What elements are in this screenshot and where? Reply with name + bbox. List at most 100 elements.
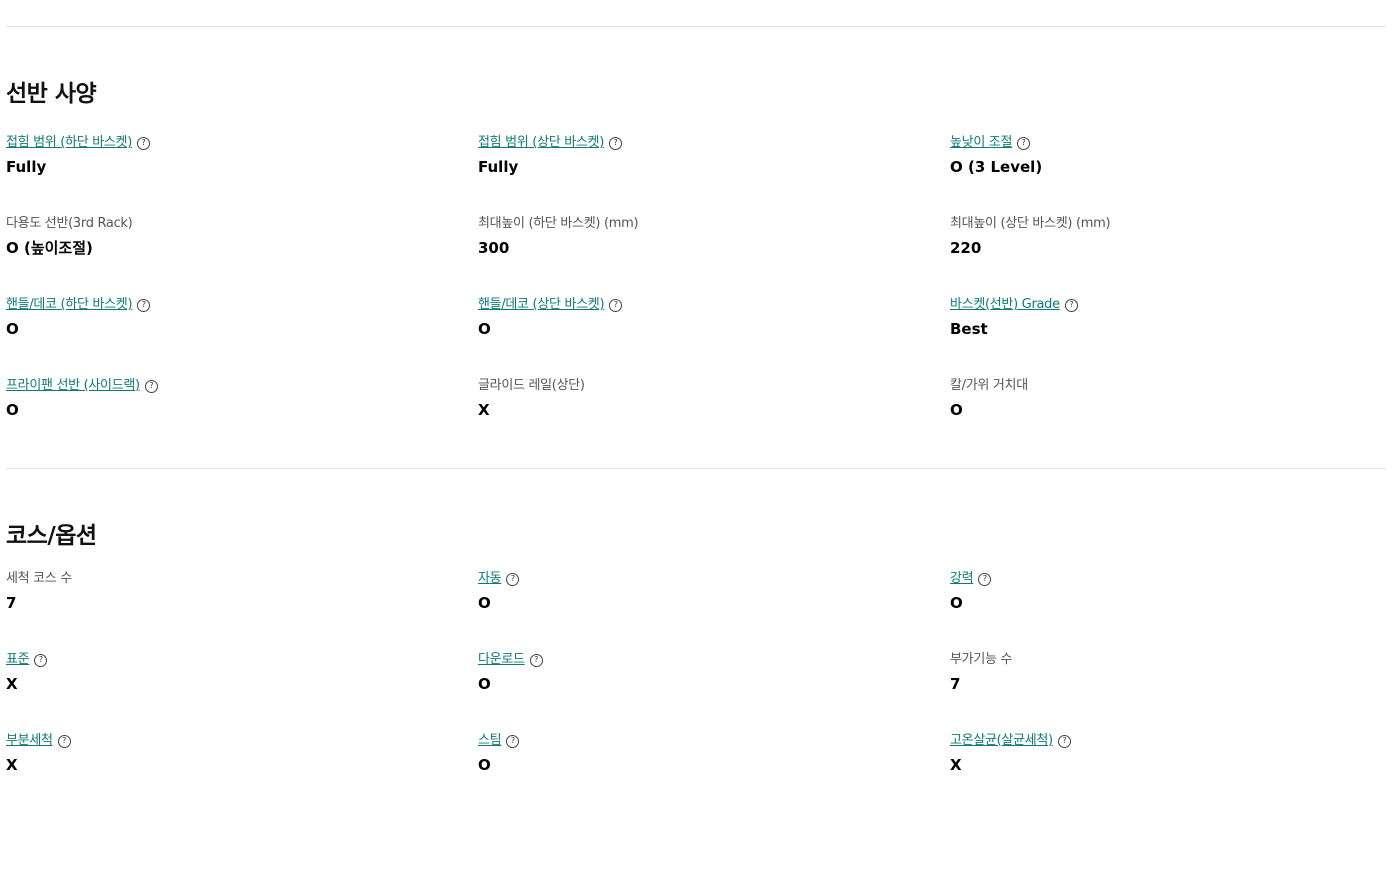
spec-value: X	[950, 756, 962, 774]
spec-label: 바스켓(선반) Grade?	[950, 296, 1386, 314]
spec-label-link[interactable]: 핸들/데코 (하단 바스켓)	[6, 296, 133, 314]
spec-label: 부가기능 수	[950, 651, 1386, 669]
spec-item: 핸들/데코 (하단 바스켓)? O	[6, 296, 478, 377]
spec-value: O	[478, 594, 491, 612]
spec-label-link[interactable]: 다운로드	[478, 651, 525, 669]
spec-label-link[interactable]: 자동	[478, 570, 502, 588]
spec-value: O	[950, 594, 963, 612]
spec-label-link[interactable]: 스팀	[478, 732, 502, 750]
help-icon[interactable]: ?	[1017, 136, 1031, 150]
help-icon[interactable]: ?	[608, 136, 622, 150]
spec-item: 부가기능 수 7	[950, 651, 1386, 732]
spec-label: 강력?	[950, 570, 1386, 588]
section-title-shelf-spec: 선반 사양	[6, 81, 97, 107]
help-icon[interactable]: ?	[978, 572, 992, 586]
spec-label: 프라이팬 선반 (사이드랙)?	[6, 377, 478, 395]
spec-item: 프라이팬 선반 (사이드랙)? O	[6, 377, 478, 458]
spec-label: 부분세척?	[6, 732, 478, 750]
spec-value: O (높이조절)	[6, 239, 93, 257]
spec-label: 스팀?	[478, 732, 950, 750]
spec-value: O	[478, 756, 491, 774]
course-options-grid: 세척 코스 수 7 자동? O 강력? O 표준? X 다운로드? O 부가기능 수 7 부분세척? X 스…	[6, 570, 1386, 813]
spec-item: 높낮이 조절? O (3 Level)	[950, 134, 1386, 215]
spec-label-link[interactable]: 부분세척	[6, 732, 53, 750]
spec-label: 최대높이 (하단 바스켓) (mm)	[478, 215, 950, 233]
spec-value: O (3 Level)	[950, 158, 1043, 176]
spec-label-link[interactable]: 접힘 범위 (하단 바스켓)	[6, 134, 132, 152]
spec-label: 세척 코스 수	[6, 570, 478, 588]
spec-label: 자동?	[478, 570, 950, 588]
spec-label-link[interactable]: 바스켓(선반) Grade	[950, 296, 1060, 314]
help-icon[interactable]: ?	[1064, 298, 1078, 312]
spec-item: 세척 코스 수 7	[6, 570, 478, 651]
shelf-spec-grid: 접힘 범위 (하단 바스켓)? Fully 접힘 범위 (상단 바스켓)? Fully…	[6, 134, 1386, 458]
spec-value: 7	[6, 594, 17, 612]
spec-label: 최대높이 (상단 바스켓) (mm)	[950, 215, 1386, 233]
spec-value: Best	[950, 320, 988, 338]
spec-label-link[interactable]: 접힘 범위 (상단 바스켓)	[478, 134, 604, 152]
help-icon[interactable]: ?	[506, 572, 520, 586]
spec-item: 칼/가위 거치대 O	[950, 377, 1386, 458]
spec-value: O	[950, 401, 963, 419]
spec-label-link[interactable]: 강력	[950, 570, 974, 588]
spec-item: 최대높이 (하단 바스켓) (mm) 300	[478, 215, 950, 296]
spec-item: 스팀? O	[478, 732, 950, 813]
spec-label-text: 글라이드 레일(상단)	[478, 378, 585, 393]
spec-item: 다운로드? O	[478, 651, 950, 732]
help-icon[interactable]: ?	[136, 136, 150, 150]
spec-item: 바스켓(선반) Grade? Best	[950, 296, 1386, 377]
spec-label: 글라이드 레일(상단)	[478, 377, 950, 395]
spec-label: 접힘 범위 (상단 바스켓)?	[478, 134, 950, 152]
spec-label-link[interactable]: 높낮이 조절	[950, 134, 1012, 152]
help-icon[interactable]: ?	[34, 653, 48, 667]
spec-item: 최대높이 (상단 바스켓) (mm) 220	[950, 215, 1386, 296]
spec-label: 고온살균(살균세척)?	[950, 732, 1386, 750]
spec-item: 다용도 선반(3rd Rack) O (높이조절)	[6, 215, 478, 296]
spec-label: 표준?	[6, 651, 478, 669]
section-divider	[6, 26, 1386, 27]
spec-item: 접힘 범위 (상단 바스켓)? Fully	[478, 134, 950, 215]
spec-item: 부분세척? X	[6, 732, 478, 813]
spec-item: 자동? O	[478, 570, 950, 651]
spec-label-link[interactable]: 표준	[6, 651, 30, 669]
help-icon[interactable]: ?	[506, 734, 520, 748]
spec-label-text: 최대높이 (상단 바스켓) (mm)	[950, 216, 1111, 231]
spec-item: 고온살균(살균세척)? X	[950, 732, 1386, 813]
spec-label-text: 칼/가위 거치대	[950, 378, 1028, 393]
help-icon[interactable]: ?	[529, 653, 543, 667]
spec-value: X	[6, 756, 18, 774]
help-icon[interactable]: ?	[609, 298, 623, 312]
spec-label-text: 다용도 선반(3rd Rack)	[6, 216, 133, 231]
spec-item: 핸들/데코 (상단 바스켓)? O	[478, 296, 950, 377]
spec-value: X	[6, 675, 18, 693]
spec-value: 300	[478, 239, 510, 257]
help-icon[interactable]: ?	[1057, 734, 1071, 748]
spec-label: 다운로드?	[478, 651, 950, 669]
spec-label: 높낮이 조절?	[950, 134, 1386, 152]
spec-label-link[interactable]: 프라이팬 선반 (사이드랙)	[6, 377, 140, 395]
spec-value: O	[478, 675, 491, 693]
spec-label: 핸들/데코 (상단 바스켓)?	[478, 296, 950, 314]
spec-label: 칼/가위 거치대	[950, 377, 1386, 395]
spec-item: 표준? X	[6, 651, 478, 732]
spec-item: 강력? O	[950, 570, 1386, 651]
spec-label-text: 최대높이 (하단 바스켓) (mm)	[478, 216, 639, 231]
spec-value: 7	[950, 675, 961, 693]
spec-value: O	[478, 320, 491, 338]
help-icon[interactable]: ?	[144, 379, 158, 393]
spec-item: 글라이드 레일(상단) X	[478, 377, 950, 458]
help-icon[interactable]: ?	[137, 298, 151, 312]
spec-label: 핸들/데코 (하단 바스켓)?	[6, 296, 478, 314]
spec-value: Fully	[478, 158, 519, 176]
spec-value: 220	[950, 239, 982, 257]
spec-label-link[interactable]: 고온살균(살균세척)	[950, 732, 1053, 750]
section-divider	[6, 468, 1386, 469]
spec-label: 접힘 범위 (하단 바스켓)?	[6, 134, 478, 152]
spec-label-link[interactable]: 핸들/데코 (상단 바스켓)	[478, 296, 605, 314]
spec-label-text: 부가기능 수	[950, 652, 1013, 667]
spec-value: O	[6, 401, 19, 419]
spec-label-text: 세척 코스 수	[6, 571, 72, 586]
section-title-course-options: 코스/옵션	[6, 523, 97, 549]
spec-value: O	[6, 320, 19, 338]
help-icon[interactable]: ?	[57, 734, 71, 748]
